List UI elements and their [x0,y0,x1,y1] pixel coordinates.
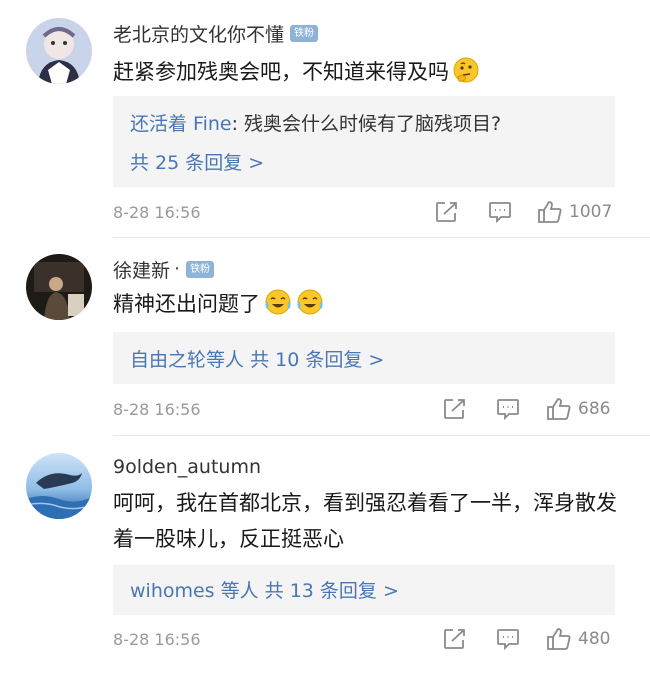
separator-dot: · [174,258,181,280]
comment-text: 赶紧参加残奥会吧，不知道来得及吗 [113,60,449,84]
comment-text-block: 赶紧参加残奥会吧，不知道来得及吗 [113,54,479,94]
laughing-tears-emoji [264,289,292,326]
username-row: 徐建新 · 铁粉 [113,256,215,283]
comment-icon[interactable] [496,397,520,421]
reply-preview-line: 还活着 Fine: 残奥会什么时候有了脑残项目? [130,109,501,136]
fan-badge: 铁粉 [186,260,215,278]
reply-preview-line: wihomes 等人 共 13 条回复 > [130,576,399,603]
like-count: 686 [578,399,611,419]
share-icon[interactable] [443,397,467,421]
comment-item: 老北京的文化你不懂 铁粉 赶紧参加残奥会吧，不知道来得及吗 还活着 Fine: … [0,0,650,238]
fan-badge: 铁粉 [290,24,319,42]
divider [113,435,650,436]
timestamp: 8-28 16:56 [113,203,201,222]
username[interactable]: 老北京的文化你不懂 [113,20,284,47]
comment-text: 精神还出问题了 [113,292,260,316]
reply-preview-line: 自由之轮等人 共 10 条回复 > [130,345,384,372]
comment-icon[interactable] [488,200,512,224]
avatar[interactable] [26,453,92,519]
like-count: 1007 [569,202,613,222]
view-replies-link[interactable]: 共 10 条回复 > [250,349,384,371]
comment-icon[interactable] [496,627,520,651]
like-button[interactable]: 1007 [537,200,612,224]
reply-text: : 残奥会什么时候有了脑残项目? [231,113,502,135]
like-button[interactable]: 686 [546,397,610,421]
thumbs-up-icon [546,397,572,421]
reply-count-line: 共 25 条回复 > [130,148,264,175]
avatar[interactable] [26,254,92,320]
reply-preview[interactable]: 还活着 Fine: 残奥会什么时候有了脑残项目? 共 25 条回复 > [113,96,615,187]
thumbs-up-icon [537,200,563,224]
view-replies-link[interactable]: 共 25 条回复 > [130,152,264,174]
comment-text: 呵呵，我在首都北京，看到强忍着看了一半，浑身散发着一股味儿，反正挺恶心 [113,491,617,551]
laughing-tears-emoji [296,289,324,326]
comment-footer: 8-28 16:56 686 [113,397,615,423]
avatar[interactable] [26,18,92,84]
like-count: 480 [578,629,611,649]
like-button[interactable]: 480 [546,627,610,651]
comment-footer: 8-28 16:56 1007 [113,200,615,226]
view-replies-link[interactable]: 共 13 条回复 > [265,580,399,602]
thinking-face-emoji [453,57,479,94]
comment-footer: 8-28 16:56 480 [113,627,615,653]
username[interactable]: 9olden_autumn [113,456,261,478]
comment-text-block: 精神还出问题了 [113,286,324,326]
reply-username[interactable]: 自由之轮等人 [130,349,244,371]
username-row: 老北京的文化你不懂 铁粉 [113,20,319,47]
username-row: 9olden_autumn [113,454,261,480]
share-icon[interactable] [443,627,467,651]
reply-username[interactable]: wihomes 等人 [130,580,259,602]
reply-preview[interactable]: 自由之轮等人 共 10 条回复 > [113,332,615,384]
comment-item: 徐建新 · 铁粉 精神还出问题了 自由之轮等人 共 10 条回复 > 8-28 … [0,238,650,438]
timestamp: 8-28 16:56 [113,400,201,419]
reply-preview[interactable]: wihomes 等人 共 13 条回复 > [113,565,615,615]
username[interactable]: 徐建新 [113,256,170,283]
timestamp: 8-28 16:56 [113,630,201,649]
share-icon[interactable] [435,200,459,224]
reply-username[interactable]: 还活着 Fine [130,113,232,135]
thumbs-up-icon [546,627,572,651]
comment-item: 9olden_autumn 呵呵，我在首都北京，看到强忍着看了一半，浑身散发着一… [0,438,650,679]
